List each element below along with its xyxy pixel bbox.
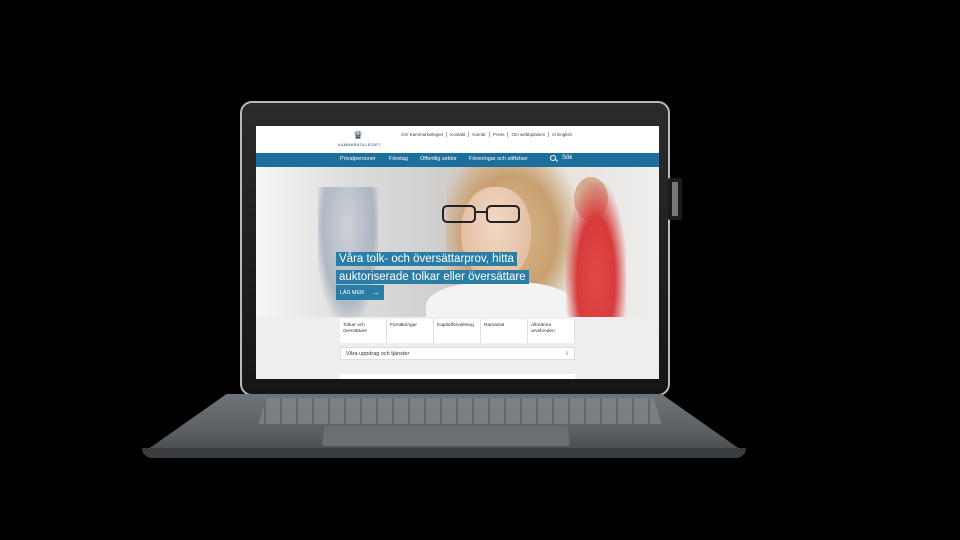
glasses-image <box>442 205 522 225</box>
crown-icon: ♛ <box>353 130 363 142</box>
read-more-button[interactable]: LÄS MER → <box>336 285 384 300</box>
hero-banner[interactable]: Våra tolk- och översättarprov, hitta auk… <box>256 167 659 317</box>
hero-headline: Våra tolk- och översättarprov, hitta auk… <box>336 249 529 285</box>
site-header: ♛ KAMMARKOLLEGIET Om Kammarkollegiet Kon… <box>256 126 659 152</box>
laptop-screen: ♛ KAMMARKOLLEGIET Om Kammarkollegiet Kon… <box>256 126 659 379</box>
top-link-english[interactable]: In English <box>548 132 575 137</box>
tab-framework-agreements[interactable]: Ramavtal <box>481 319 528 343</box>
search-icon <box>550 155 556 161</box>
hero-headline-line-2: auktoriserade tolkar eller översättare <box>336 270 529 284</box>
search-label: Sök <box>562 155 573 161</box>
tab-interpreters[interactable]: Tolkar och översättare <box>340 319 387 343</box>
service-tabs: Tolkar och översättare Försäkringar Kapi… <box>340 319 575 343</box>
nav-item-private[interactable]: Privatpersoner <box>340 156 376 162</box>
site-logo[interactable]: ♛ KAMMARKOLLEGIET <box>338 130 381 148</box>
top-link-press[interactable]: Press <box>488 132 508 137</box>
tab-asset-management[interactable]: Kapitalförvaltning <box>434 319 481 343</box>
nav-item-associations[interactable]: Föreningar och stiftelser <box>469 156 528 162</box>
laptop-trackpad <box>322 426 570 446</box>
services-dropdown-label: Våra uppdrag och tjänster <box>346 350 410 357</box>
services-dropdown[interactable]: Våra uppdrag och tjänster ⇩ <box>340 347 575 360</box>
hero-person-body <box>426 282 576 317</box>
tab-inheritance-fund[interactable]: Allmänna arvsfonden <box>528 319 575 343</box>
nav-item-public-sector[interactable]: Offentlig sektor <box>420 156 457 162</box>
laptop-keyboard <box>258 398 662 424</box>
top-link-about[interactable]: Om Kammarkollegiet <box>398 132 446 137</box>
tab-insurance[interactable]: Försäkringar <box>387 319 434 343</box>
top-link-about-website[interactable]: Om webbplatsen <box>507 132 548 137</box>
read-more-label: LÄS MER <box>340 289 365 296</box>
main-nav: Privatpersoner Företag Offentlig sektor … <box>256 153 659 167</box>
nav-item-companies[interactable]: Företag <box>389 156 408 162</box>
search-button[interactable]: Sök <box>550 155 572 161</box>
content-strip <box>340 374 575 379</box>
logo-text: KAMMARKOLLEGIET <box>338 142 381 147</box>
top-links: Om Kammarkollegiet Kontakt Karriär Press… <box>398 132 575 137</box>
arrow-right-icon: → <box>372 287 380 297</box>
services-section: Tolkar och översättare Försäkringar Kapi… <box>256 317 659 379</box>
top-link-career[interactable]: Karriär <box>468 132 489 137</box>
top-link-contact[interactable]: Kontakt <box>446 132 468 137</box>
hero-headline-line-1: Våra tolk- och översättarprov, hitta <box>336 252 517 266</box>
laptop-base-edge <box>142 448 746 458</box>
chevron-down-icon: ⇩ <box>564 350 569 357</box>
hero-person-right <box>566 182 626 317</box>
laptop-side-label <box>672 182 678 216</box>
